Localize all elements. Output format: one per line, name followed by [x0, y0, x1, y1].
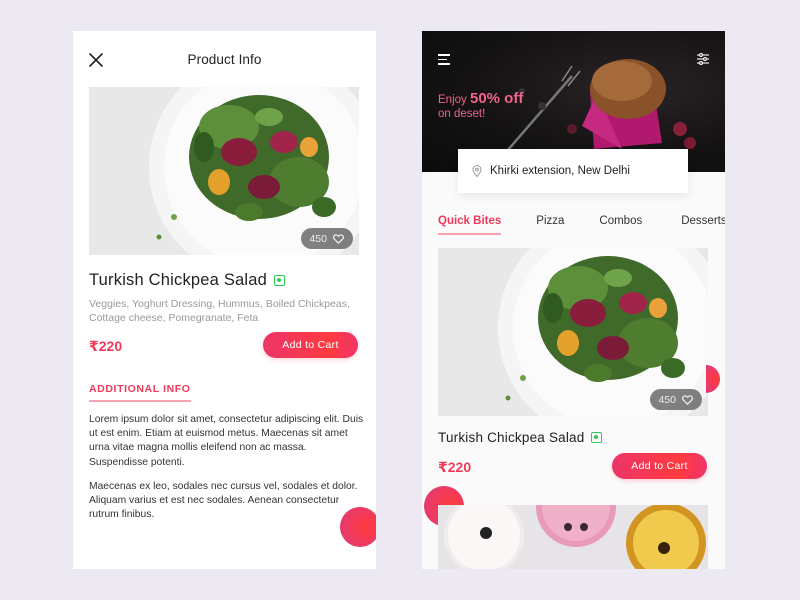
decorative-blob — [340, 507, 376, 547]
product-price: ₹220 — [89, 338, 123, 354]
location-selector[interactable]: Khirki extension, New Delhi — [458, 149, 688, 193]
decorative-blob — [706, 365, 720, 393]
tab-quick-bites[interactable]: Quick Bites — [438, 215, 502, 235]
location-pin-icon — [472, 165, 482, 177]
veg-indicator-icon — [274, 275, 286, 286]
add-to-cart-button[interactable]: Add to Cart — [612, 453, 707, 479]
tab-combos[interactable]: Combos — [599, 215, 642, 235]
filter-button[interactable] — [697, 52, 709, 70]
page-title: Product Info — [187, 52, 262, 67]
info-paragraph: Maecenas ex leo, sodales nec cursus vel,… — [89, 481, 358, 521]
add-to-cart-button[interactable]: Add to Cart — [263, 332, 358, 358]
home-screen: Enjoy 50% off on deset! Khirki extension… — [422, 31, 725, 569]
product-image: 450 — [89, 87, 359, 255]
product-name-text: Turkish Chickpea Salad — [89, 271, 268, 289]
like-count: 450 — [309, 232, 327, 245]
tab-pizza[interactable]: Pizza — [536, 215, 564, 235]
product-card-image[interactable]: 450 — [438, 248, 708, 416]
location-text: Khirki extension, New Delhi — [490, 165, 630, 177]
promo-prefix: Enjoy — [438, 94, 467, 106]
filter-sliders-icon — [697, 53, 709, 65]
like-badge[interactable]: 450 — [650, 389, 702, 410]
promo-highlight: 50% off — [469, 90, 524, 107]
promo-text: Enjoy 50% off on deset! — [438, 90, 524, 121]
donuts-image — [438, 505, 708, 569]
product-info-screen: Product Info 450 Turkish Chickpea Salad … — [73, 31, 376, 569]
like-badge[interactable]: 450 — [301, 228, 353, 249]
product-name: Turkish Chickpea Salad — [89, 271, 286, 290]
product-name-text[interactable]: Turkish Chickpea Salad — [438, 430, 584, 445]
info-paragraph: Lorem ipsum dolor sit amet, consectetur … — [89, 414, 364, 468]
menu-button[interactable] — [438, 54, 450, 65]
product-name: Turkish Chickpea Salad — [438, 430, 603, 445]
tab-desserts[interactable]: Desserts — [681, 215, 725, 235]
category-tabs: Quick Bites Pizza Combos Desserts — [438, 215, 725, 235]
heart-outline-icon — [682, 394, 693, 405]
hamburger-menu-icon — [438, 54, 450, 65]
product-description: Veggies, Yoghurt Dressing, Hummus, Boile… — [89, 298, 350, 324]
promo-suffix: on deset! — [438, 108, 486, 120]
additional-info-heading[interactable]: ADDITIONAL INFO — [89, 383, 191, 402]
heart-outline-icon — [333, 233, 344, 244]
like-count: 450 — [658, 393, 676, 406]
product-price: ₹220 — [438, 459, 472, 475]
veg-indicator-icon — [591, 432, 603, 443]
product-card-image[interactable] — [438, 505, 708, 569]
